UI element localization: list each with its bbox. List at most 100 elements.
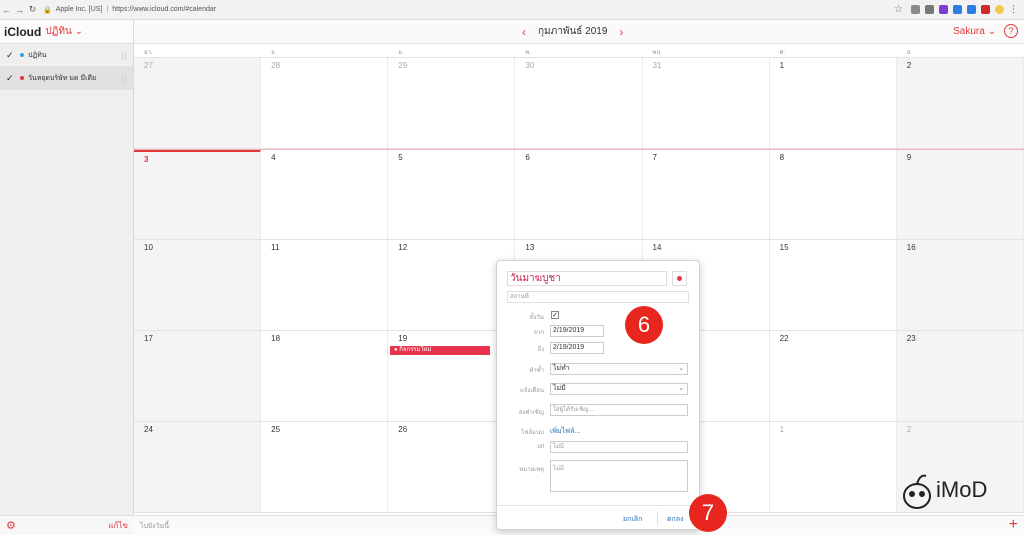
menu-icon[interactable]: ⋮ — [1009, 4, 1018, 15]
day-cell[interactable]: 7 — [643, 150, 770, 239]
share-icon[interactable]: )) — [121, 50, 127, 60]
step-badge-7: 7 — [689, 494, 727, 532]
edit-button[interactable]: แก้ไข — [109, 519, 129, 532]
back-icon[interactable]: ← — [0, 5, 13, 15]
weekday-label: ศ. — [779, 50, 786, 56]
allday-checkbox[interactable]: ✓ — [551, 311, 559, 319]
weekday-label: พ. — [525, 50, 531, 56]
day-cell[interactable]: 6 — [515, 150, 643, 239]
day-cell[interactable]: 24 — [134, 422, 262, 512]
bookmark-star-icon[interactable]: ☆ — [894, 4, 903, 15]
month-navigation: ‹ กุมภาพันธ์ 2019 › — [522, 24, 623, 39]
check-icon[interactable]: ✓ — [6, 73, 16, 84]
app-header: iCloud ปฏิทิน ⌄ — [0, 20, 133, 44]
to-date-input[interactable]: 2/19/2019 — [550, 342, 604, 354]
secure-label: Apple Inc. [US] — [55, 6, 103, 13]
gear-icon[interactable]: ⚙ — [6, 519, 16, 532]
day-cell-today[interactable]: 3 — [134, 150, 262, 239]
share-icon[interactable]: )) — [121, 73, 127, 83]
day-cell[interactable]: 31 — [643, 58, 770, 148]
repeat-select[interactable]: ไม่ทำ ⌄ — [550, 363, 688, 375]
user-name: Sakura — [953, 26, 985, 37]
day-cell[interactable]: 16 — [896, 240, 1024, 330]
watermark-text: iMoD — [936, 477, 988, 502]
day-cell[interactable]: 2 — [896, 58, 1024, 148]
event-bar[interactable]: ● กิจกรรมใหม่ — [390, 346, 490, 355]
user-menu[interactable]: Sakura ⌄ — [953, 26, 996, 37]
app-section-label: ปฏิทิน — [45, 26, 72, 37]
week-row: 27 28 29 30 31 1 2 — [134, 58, 1024, 149]
repeat-value: ไม่ทำ — [553, 365, 570, 372]
weekday-label: พฤ. — [652, 50, 662, 56]
calendar-color-picker[interactable] — [672, 271, 687, 286]
app-switcher[interactable]: ปฏิทิน ⌄ — [45, 24, 83, 39]
reload-icon[interactable]: ↻ — [26, 4, 39, 15]
day-cell[interactable]: 27 — [134, 58, 262, 148]
day-cell[interactable]: 28 — [261, 58, 389, 148]
day-cell[interactable]: 23 — [896, 331, 1024, 421]
check-icon[interactable]: ✓ — [6, 50, 16, 61]
day-cell[interactable]: 11 — [261, 240, 389, 330]
weekday-label: อ. — [398, 50, 404, 56]
dropbox-icon[interactable] — [953, 5, 962, 14]
week-row: 3 4 5 6 7 8 9 — [134, 149, 1024, 240]
watermark-logo: iMoD — [900, 470, 987, 510]
alert-label: แจ้งเตือน — [520, 388, 544, 394]
next-month-icon[interactable]: › — [619, 25, 623, 39]
extension-icon[interactable] — [939, 5, 948, 14]
day-cell[interactable]: 4 — [261, 150, 389, 239]
address-bar[interactable]: 🔒 Apple Inc. [US] | https://www.icloud.c… — [43, 3, 894, 17]
sidebar-item-calendar[interactable]: ✓ ปฏิทิน )) — [0, 44, 133, 67]
day-cell[interactable]: 22 — [770, 331, 897, 421]
extension-icon[interactable] — [981, 5, 990, 14]
extension-icon[interactable] — [925, 5, 934, 14]
go-to-today-link[interactable]: ไปยังวันนี้ — [140, 521, 169, 532]
from-date-input[interactable]: 2/19/2019 — [550, 325, 604, 337]
sidebar-item-holidays[interactable]: ✓ วันหยุดบริษัท มด มีเดีย )) — [0, 67, 133, 90]
day-cell[interactable]: 18 — [261, 331, 389, 421]
alert-value: ไม่มี — [553, 385, 566, 392]
day-cell[interactable]: 29 — [388, 58, 516, 148]
ok-button[interactable]: ตกลง — [667, 514, 684, 525]
translate-icon[interactable] — [967, 5, 976, 14]
add-event-button[interactable]: + — [1009, 516, 1018, 534]
camera-icon[interactable] — [911, 5, 920, 14]
lock-icon: 🔒 — [43, 6, 52, 14]
invite-input[interactable]: ใส่ผู้ได้รับเชิญ... — [550, 404, 688, 416]
url-text[interactable]: https://www.icloud.com/#calendar — [112, 6, 216, 13]
location-input[interactable]: สถานที่ — [507, 291, 689, 303]
cancel-button[interactable]: ยกเลิก — [623, 514, 642, 525]
app-title: iCloud — [4, 24, 42, 39]
url-separator: | — [106, 6, 109, 13]
attachment-label: ไฟล์แนบ — [521, 430, 544, 436]
day-cell[interactable]: 5 — [388, 150, 516, 239]
day-cell[interactable]: 17 — [134, 331, 262, 421]
help-icon[interactable]: ? — [1004, 24, 1018, 38]
weekday-header: อา. จ. อ. พ. พฤ. ศ. ส. — [134, 44, 1024, 58]
browser-toolbar: ← → ↻ 🔒 Apple Inc. [US] | https://www.ic… — [0, 0, 1024, 20]
day-cell[interactable]: 10 — [134, 240, 262, 330]
event-title-input[interactable]: วันมาฆบูชา — [507, 271, 667, 286]
notes-textarea[interactable]: ไม่มี — [550, 460, 688, 492]
month-title: กุมภาพันธ์ 2019 — [538, 26, 608, 37]
url-input[interactable]: ไม่มี — [550, 441, 688, 453]
button-divider — [657, 511, 658, 525]
forward-icon[interactable]: → — [13, 5, 26, 15]
chevron-down-icon: ⌄ — [678, 385, 684, 392]
prev-month-icon[interactable]: ‹ — [522, 25, 526, 39]
day-cell[interactable]: 1 — [770, 58, 897, 148]
day-cell[interactable]: 1 — [770, 422, 897, 512]
day-cell[interactable]: 8 — [770, 150, 897, 239]
day-cell[interactable]: 25 — [261, 422, 389, 512]
event-editor-popover: วันมาฆบูชา สถานที่ ทั้งวัน ✓ จาก 2/19/20… — [496, 260, 700, 530]
from-label: จาก — [533, 330, 544, 336]
day-cell[interactable]: 9 — [896, 150, 1024, 239]
add-file-link[interactable]: เพิ่มไฟล์... — [550, 426, 580, 437]
calendar-color-dot — [20, 53, 24, 57]
imod-mascot-icon — [903, 474, 931, 509]
alert-select[interactable]: ไม่มี ⌄ — [550, 383, 688, 395]
day-cell[interactable]: 30 — [515, 58, 643, 148]
profile-avatar[interactable] — [995, 5, 1004, 14]
to-label: ถึง — [537, 347, 544, 353]
day-cell[interactable]: 15 — [770, 240, 897, 330]
